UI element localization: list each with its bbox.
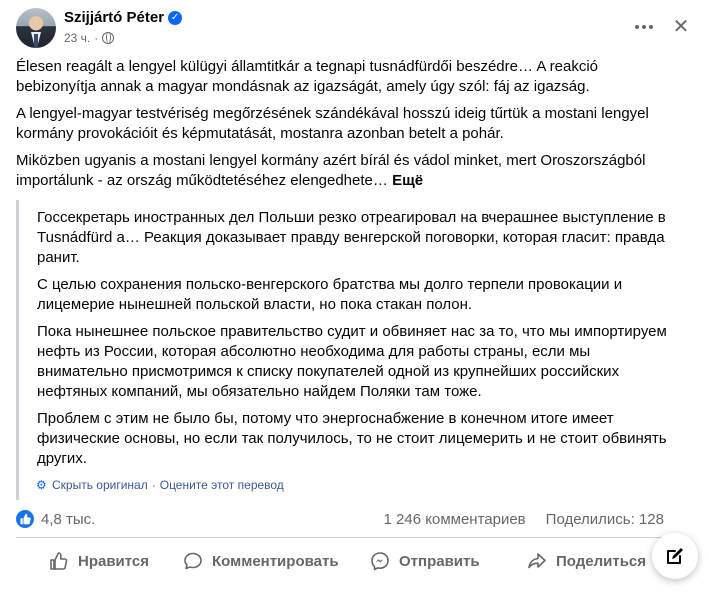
facebook-post: Szijjártó Péter ✓ 23 ч. · ✕ Élesen reagá… [0, 0, 709, 592]
like-button[interactable]: Нравится [49, 544, 149, 578]
separator: · [151, 478, 156, 492]
send-label: Отправить [399, 552, 480, 570]
rate-translation-link[interactable]: Оцените этот перевод [160, 478, 284, 492]
author-avatar[interactable] [16, 8, 56, 48]
post-options-button[interactable] [631, 14, 657, 40]
gear-icon: ⚙ [36, 478, 47, 492]
avatar-tie [34, 34, 38, 48]
author-name-row: Szijjártó Péter ✓ [64, 9, 183, 26]
like-label: Нравится [78, 552, 150, 570]
translation-paragraph: Пока нынешнее польское правительство суд… [37, 323, 667, 400]
post-meta: 23 ч. · [64, 31, 115, 45]
meta-dot: · [94, 31, 99, 45]
divider [16, 537, 676, 538]
comment-button[interactable]: Комментировать [183, 544, 339, 578]
see-more-link[interactable]: Ещё [392, 172, 423, 189]
dot-icon [649, 25, 653, 29]
author-name[interactable]: Szijjártó Péter [64, 9, 164, 26]
like-reaction-icon [16, 510, 34, 528]
comment-label: Комментировать [212, 552, 339, 570]
messenger-icon [371, 552, 389, 571]
share-button[interactable]: Поделиться [527, 544, 646, 578]
reactions-summary[interactable]: 4,8 тыс. [16, 510, 95, 528]
post-timestamp[interactable]: 23 ч. [64, 31, 90, 45]
public-globe-icon[interactable] [102, 32, 115, 44]
post-paragraph-text: Miközben ugyanis a mostani lengyel kormá… [16, 152, 646, 189]
share-arrow-icon [528, 553, 546, 569]
post-paragraph: Miközben ugyanis a mostani lengyel kormá… [16, 151, 676, 191]
close-icon[interactable]: ✕ [668, 14, 694, 40]
thumbs-up-icon [50, 552, 68, 570]
new-message-button[interactable] [652, 533, 698, 579]
compose-icon [667, 548, 683, 564]
verified-badge-icon: ✓ [168, 10, 183, 25]
dot-icon [635, 25, 639, 29]
translation-paragraph: Проблем с этим не было бы, потому что эн… [37, 410, 667, 467]
share-label: Поделиться [556, 552, 647, 570]
post-stats: 1 246 комментариев Поделились: 128 [384, 511, 664, 528]
post-paragraph: Élesen reagált a lengyel külügyi államti… [16, 58, 599, 95]
hide-original-link[interactable]: Скрыть оригинал [52, 478, 148, 492]
translation-paragraph: Госсекретарь иностранных дел Польши резк… [37, 209, 666, 266]
send-button[interactable]: Отправить [370, 544, 480, 578]
comment-icon [184, 552, 202, 570]
share-count[interactable]: Поделились: 128 [546, 511, 664, 528]
translation-paragraph: С целью сохранения польско-венгерского б… [37, 276, 623, 313]
post-paragraph: A lengyel-magyar testvériség megőrzéséne… [16, 105, 649, 142]
comment-count[interactable]: 1 246 комментариев [384, 511, 526, 528]
like-count: 4,8 тыс. [41, 510, 96, 528]
translation-block: Госсекретарь иностранных дел Польши резк… [16, 200, 676, 500]
dot-icon [642, 25, 646, 29]
translation-links: ⚙ Скрыть оригинал · Оцените этот перевод [36, 478, 284, 492]
